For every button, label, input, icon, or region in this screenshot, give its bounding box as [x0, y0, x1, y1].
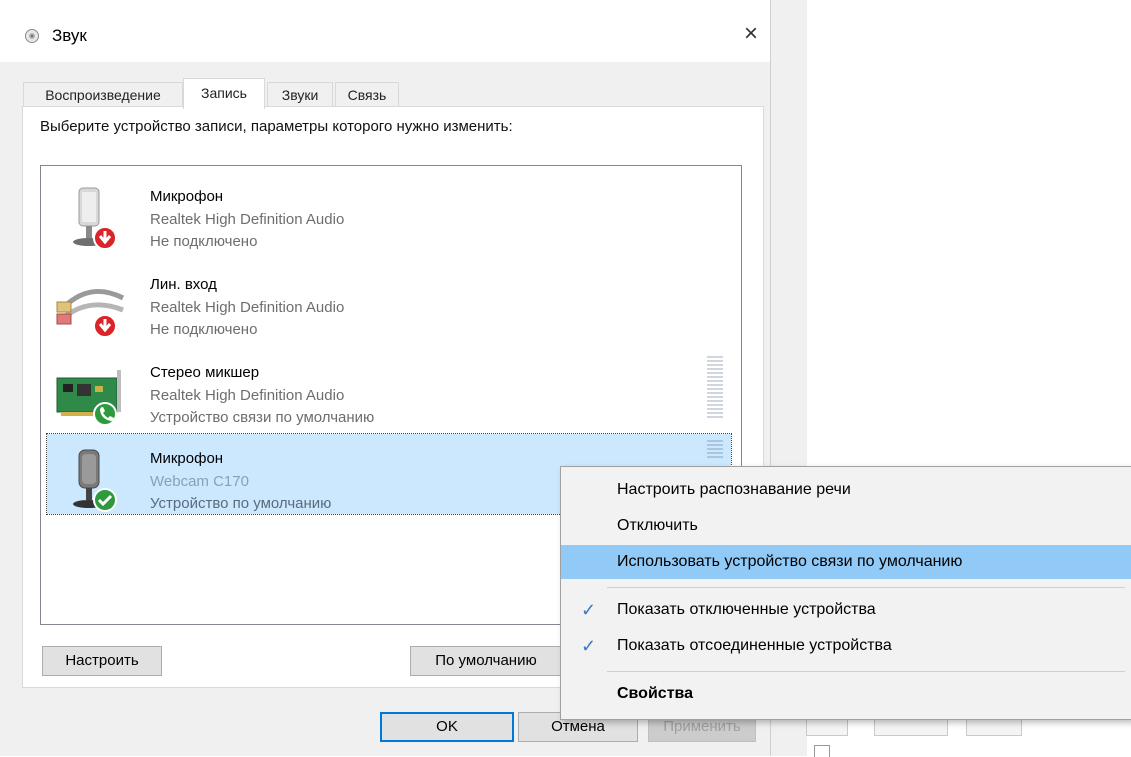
menu-item-disable[interactable]: Отключить	[561, 509, 1131, 543]
window-title: Звук	[52, 26, 87, 45]
default-check-badge-icon	[93, 488, 117, 512]
device-name: Стерео микшер	[150, 364, 260, 381]
device-status: Не подключено	[150, 233, 258, 250]
background-checkbox[interactable]	[814, 745, 830, 757]
device-driver: Webcam C170	[150, 473, 249, 490]
configure-button[interactable]: Настроить	[42, 646, 162, 676]
default-communication-badge-icon	[93, 402, 117, 426]
title-bar: Звук ×	[0, 0, 770, 62]
disconnected-badge-icon	[93, 226, 117, 250]
disconnected-badge-icon	[93, 314, 117, 338]
menu-item-label: Отключить	[617, 517, 698, 534]
sound-card-icon	[56, 370, 121, 426]
device-driver: Realtek High Definition Audio	[150, 387, 345, 404]
device-status: Устройство связи по умолчанию	[150, 409, 375, 426]
menu-item-set-default-communication[interactable]: Использовать устройство связи по умолчан…	[561, 545, 1131, 579]
menu-item-label: Показать отсоединенные устройства	[617, 637, 892, 654]
microphone-icon	[73, 187, 117, 250]
menu-item-label: Настроить распознавание речи	[617, 481, 851, 498]
tab-recording[interactable]: Запись	[183, 78, 265, 109]
microphone-icon	[73, 449, 117, 512]
speaker-icon	[25, 29, 39, 43]
menu-item-properties[interactable]: Свойства	[561, 677, 1131, 711]
tab-playback[interactable]: Воспроизведение	[23, 82, 183, 107]
ok-button[interactable]: OK	[380, 712, 514, 742]
device-name: Микрофон	[150, 188, 224, 205]
tab-sounds[interactable]: Звуки	[267, 82, 333, 107]
device-status: Не подключено	[150, 321, 258, 338]
tab-communications[interactable]: Связь	[335, 82, 399, 107]
level-meter	[707, 356, 723, 420]
menu-item-label: Использовать устройство связи по умолчан…	[617, 553, 963, 570]
device-driver: Realtek High Definition Audio	[150, 299, 345, 316]
device-driver: Realtek High Definition Audio	[150, 211, 345, 228]
device-item[interactable]: Лин. вход Realtek High Definition Audio …	[47, 260, 731, 340]
device-status: Устройство по умолчанию	[150, 495, 332, 512]
checkmark-icon: ✓	[581, 636, 597, 656]
menu-separator	[607, 587, 1125, 588]
menu-separator	[607, 671, 1125, 672]
set-default-button[interactable]: По умолчанию	[410, 646, 562, 676]
line-in-cable-icon	[56, 288, 125, 338]
menu-item-speech-recognition[interactable]: Настроить распознавание речи	[561, 473, 1131, 507]
device-item[interactable]: Стерео микшер Realtek High Definition Au…	[47, 348, 731, 428]
device-name: Микрофон	[150, 450, 224, 467]
level-meter	[707, 440, 723, 460]
context-menu: Настроить распознавание речи Отключить И…	[560, 466, 1131, 720]
menu-item-show-disconnected[interactable]: ✓ Показать отсоединенные устройства	[561, 629, 1131, 663]
device-name: Лин. вход	[150, 276, 217, 293]
menu-item-label: Свойства	[617, 685, 694, 702]
menu-item-label: Показать отключенные устройства	[617, 601, 876, 618]
menu-item-show-disabled[interactable]: ✓ Показать отключенные устройства	[561, 593, 1131, 627]
checkmark-icon: ✓	[581, 600, 597, 620]
instruction-text: Выберите устройство записи, параметры ко…	[40, 118, 513, 135]
device-item[interactable]: Микрофон Realtek High Definition Audio Н…	[47, 172, 731, 252]
close-icon[interactable]: ×	[738, 20, 764, 48]
